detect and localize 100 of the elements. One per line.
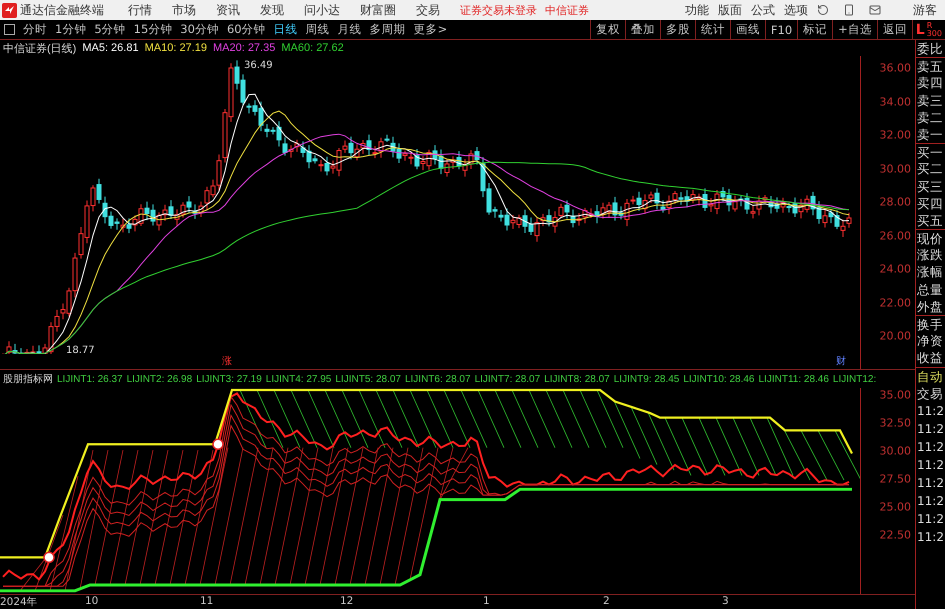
trade-time: 11:2: [916, 492, 945, 510]
quote-label: 涨幅: [916, 263, 944, 281]
quote-label: 卖一: [916, 126, 944, 144]
trade-time: 11:2: [916, 510, 945, 528]
login-status[interactable]: 证券交易未登录: [460, 2, 537, 18]
date-axis-label: 12: [340, 595, 354, 607]
menu-item[interactable]: 功能: [685, 2, 709, 18]
menu-item[interactable]: 选项: [784, 2, 808, 18]
refresh-icon[interactable]: [817, 4, 829, 16]
period-tab[interactable]: 15分钟: [130, 20, 176, 39]
quote-label: 卖四: [916, 74, 944, 92]
indicator-value: LIJINT12:: [832, 374, 876, 384]
period-tab[interactable]: 多周期: [366, 20, 410, 39]
period-tab[interactable]: 月线: [334, 20, 366, 39]
menu-item[interactable]: 财富圈: [360, 2, 396, 18]
indicator-value: LIJINT11: 28.46: [758, 374, 829, 384]
period-tab[interactable]: 1分钟: [51, 20, 90, 39]
quote-label: 外盘: [916, 298, 944, 315]
indicator-value: LIJINT2: 26.98: [126, 374, 192, 384]
period-tab[interactable]: 日线: [270, 20, 302, 39]
mail-icon[interactable]: [869, 4, 881, 16]
axis-tick-label: 32.50: [880, 416, 911, 430]
date-axis-label: 10: [85, 595, 98, 607]
indicator-value: LIJINT3: 27.19: [196, 374, 262, 384]
trade-time: 11:2: [916, 438, 945, 456]
toolbar-button[interactable]: 画线: [730, 20, 765, 39]
high-price-label: 36.49: [244, 60, 273, 71]
quote-label: 买三: [916, 178, 944, 195]
menu-item[interactable]: 发现: [260, 2, 284, 18]
event-marker[interactable]: 涨: [222, 354, 232, 368]
toolbar-button[interactable]: F10: [764, 20, 798, 39]
indicator-value: LIJINT1: 26.37: [57, 374, 123, 384]
trade-header: 交易: [916, 384, 944, 402]
menu-item[interactable]: 行情: [128, 2, 152, 18]
moving-average-legend: MA10: 27.19: [144, 42, 207, 54]
quote-label: 卖二: [916, 108, 944, 126]
period-tab[interactable]: 周线: [302, 20, 334, 39]
quote-label: 买二: [916, 160, 944, 178]
axis-tick-label: 34.00: [880, 95, 911, 108]
toolbar-button[interactable]: 统计: [694, 20, 730, 39]
quote-label: 委比: [916, 40, 944, 58]
indicator-value: LIJINT7: 28.07: [474, 374, 540, 384]
low-price-label: 18.77: [66, 345, 95, 354]
indicator-value: LIJINT5: 28.07: [335, 374, 401, 384]
axis-tick-label: 27.50: [880, 472, 911, 486]
phone-icon[interactable]: [843, 4, 855, 16]
toolbar-button[interactable]: 标记: [797, 20, 832, 39]
quote-label: 买五: [916, 212, 944, 230]
moving-average-legend: MA5: 26.81: [82, 42, 139, 54]
indicator-value: LIJINT10: 28.46: [683, 374, 754, 384]
menu-item[interactable]: 市场: [172, 2, 196, 18]
trade-header: 自动: [916, 368, 944, 385]
date-axis-label: 3: [722, 595, 729, 607]
axis-tick-label: 30.00: [880, 162, 911, 175]
toolbar-button[interactable]: 复权: [590, 20, 625, 39]
axis-tick-label: 28.00: [880, 196, 911, 208]
quote-label: 买四: [916, 194, 944, 212]
period-tab[interactable]: 5分钟: [90, 20, 130, 39]
axis-tick-label: 32.00: [880, 128, 911, 142]
axis-tick-label: 22.50: [880, 528, 911, 542]
period-tab[interactable]: 分时: [19, 20, 51, 39]
trade-time: 11:2: [916, 456, 945, 474]
date-axis-label: 2: [603, 595, 610, 607]
app-title: 通达信金融终端: [20, 2, 104, 18]
menu-item[interactable]: 公式: [751, 2, 775, 18]
trade-time: 11:2: [916, 420, 945, 438]
toolbar-button[interactable]: +自选: [832, 20, 877, 39]
period-tab[interactable]: 30分钟: [176, 20, 223, 39]
panel-toggle-icon[interactable]: [4, 24, 15, 35]
trade-time: 11:2: [916, 402, 945, 420]
quote-label: 收益: [916, 349, 944, 367]
axis-tick-label: 35.00: [880, 388, 911, 402]
period-tab[interactable]: 60分钟: [222, 20, 270, 39]
menu-item[interactable]: 交易: [416, 2, 440, 18]
axis-tick-label: 24.00: [880, 262, 911, 276]
toolbar-button[interactable]: 多股: [660, 20, 695, 39]
period-tab[interactable]: 更多>: [410, 20, 452, 39]
event-marker[interactable]: 财: [836, 354, 846, 368]
user-label[interactable]: 游客: [913, 2, 937, 18]
toolbar-button[interactable]: 返回: [876, 20, 912, 39]
menu-item[interactable]: 问小达: [304, 2, 340, 18]
moving-average-legend: MA20: 27.35: [212, 42, 276, 54]
indicator-value: LIJINT6: 28.07: [404, 374, 471, 384]
moving-average-legend: MA60: 27.62: [281, 42, 344, 54]
menu-item[interactable]: 资讯: [216, 2, 240, 18]
quote-label: 净资: [916, 332, 944, 350]
quote-label: 现价: [916, 229, 945, 246]
menu-item[interactable]: 版面: [718, 2, 742, 18]
axis-tick-label: 22.00: [880, 296, 911, 309]
axis-tick-label: 25.00: [880, 500, 911, 514]
quote-label: 总量: [916, 280, 944, 298]
indicator-value: LIJINT8: 28.07: [544, 374, 610, 384]
toolbar-button[interactable]: 叠加: [624, 20, 660, 39]
broker-name: 中信证券: [545, 2, 589, 18]
quote-label: 买一: [916, 143, 945, 160]
trade-time: 11:2: [916, 528, 945, 546]
date-axis-label: 1: [483, 595, 490, 607]
indicator-value: LIJINT4: 27.95: [266, 374, 332, 384]
axis-tick-label: 20.00: [880, 330, 911, 342]
chart-title: 中信证券(日线): [3, 42, 76, 56]
